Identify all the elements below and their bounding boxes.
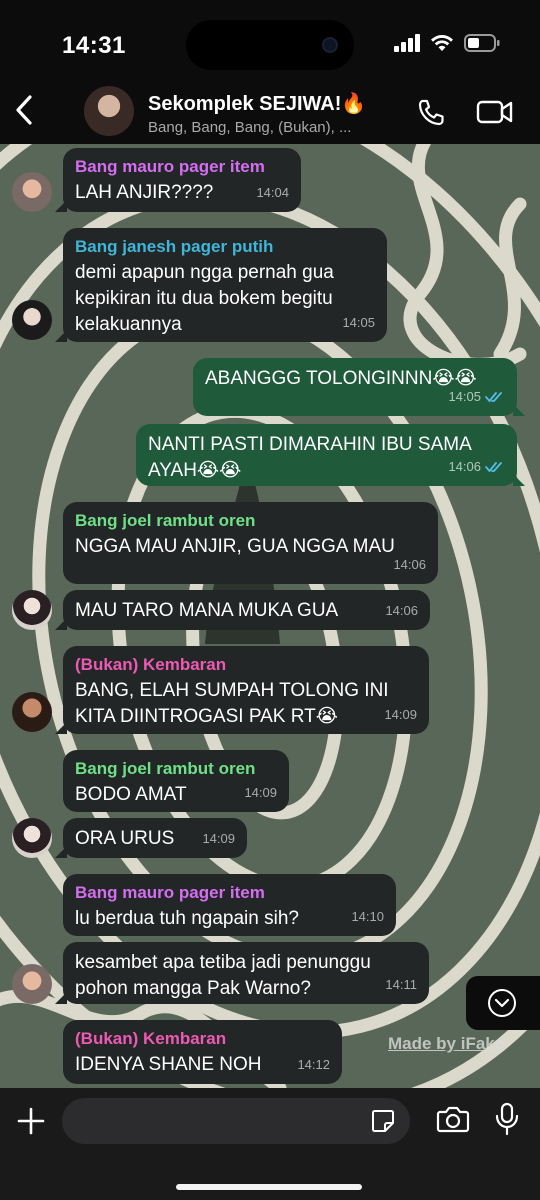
group-avatar[interactable]: [84, 86, 134, 136]
message-text: BANG, ELAH SUMPAH TOLONG INI KITA DIINTR…: [75, 680, 389, 727]
message-time: 14:11: [385, 977, 417, 992]
message-text: NGGA MAU ANJIR, GUA NGGA MAU: [75, 536, 395, 557]
message-bubble[interactable]: Bang mauro pager item lu berdua tuh ngap…: [63, 874, 396, 936]
message-bubble[interactable]: Bang joel rambut oren NGGA MAU ANJIR, GU…: [63, 502, 438, 584]
message-bubble[interactable]: (Bukan) Kembaran IDENYA SHANE NOH 14:12: [63, 1020, 342, 1084]
message-text: IDENYA SHANE NOH: [75, 1054, 262, 1075]
status-icons: [394, 34, 500, 52]
message-bubble[interactable]: MAU TARO MANA MUKA GUA 14:06: [55, 590, 430, 630]
message-time: 14:09: [244, 785, 277, 800]
message-bubble[interactable]: Bang mauro pager item LAH ANJIR???? 14:0…: [55, 148, 301, 212]
message-text: kesambet apa tetiba jadi penunggu pohon …: [75, 952, 371, 999]
camera-dot: [322, 37, 338, 53]
message-input[interactable]: [62, 1098, 410, 1144]
sender-name: Bang mauro pager item: [75, 157, 265, 176]
camera-icon[interactable]: [436, 1104, 470, 1134]
message-time: 14:05: [448, 389, 481, 404]
message-text: MAU TARO MANA MUKA GUA: [75, 600, 339, 621]
cellular-signal-icon: [394, 34, 420, 52]
dynamic-island: [186, 20, 354, 70]
message-time: 14:04: [256, 185, 289, 200]
message-time: 14:09: [384, 707, 417, 722]
chat-header: Sekomplek SEJIWA!🔥 Bang, Bang, Bang, (Bu…: [0, 74, 540, 144]
sender-name: Bang janesh pager putih: [75, 237, 274, 256]
sender-avatar[interactable]: [12, 300, 52, 340]
sender-name: Bang mauro pager item: [75, 883, 265, 902]
plus-icon[interactable]: [16, 1106, 46, 1136]
message-time: 14:05: [342, 315, 375, 330]
sender-avatar[interactable]: [12, 818, 52, 858]
message-bubble[interactable]: kesambet apa tetiba jadi penunggu pohon …: [55, 942, 429, 1004]
message-bubble[interactable]: (Bukan) Kembaran BANG, ELAH SUMPAH TOLON…: [55, 646, 429, 734]
microphone-icon[interactable]: [494, 1102, 520, 1136]
battery-icon: [464, 34, 500, 52]
message-bubble-outgoing[interactable]: NANTI PASTI DIMARAHIN IBU SAMA AYAH😭😭 14…: [136, 424, 525, 486]
sticker-icon[interactable]: [370, 1108, 396, 1134]
message-time: 14:10: [351, 909, 384, 924]
message-composer: [0, 1088, 540, 1200]
chat-title[interactable]: Sekomplek SEJIWA!🔥: [148, 91, 366, 116]
message-text: lu berdua tuh ngapain sih?: [75, 908, 299, 929]
message-text: demi apapun ngga pernah gua kepikiran it…: [75, 262, 334, 335]
chevron-down-circle-icon: [488, 989, 516, 1017]
message-time: 14:06: [385, 603, 418, 618]
scroll-to-bottom-button[interactable]: [466, 976, 540, 1030]
chat-participants[interactable]: Bang, Bang, Bang, (Bukan), ...: [148, 119, 351, 136]
sender-name: (Bukan) Kembaran: [75, 1029, 227, 1048]
message-time: 14:12: [297, 1057, 330, 1072]
read-receipt-icon: [485, 392, 502, 403]
back-chevron-icon[interactable]: [12, 94, 36, 126]
sender-name: Bang joel rambut oren: [75, 511, 256, 530]
sender-avatar[interactable]: [12, 590, 52, 630]
chat-area[interactable]: Bang mauro pager item LAH ANJIR???? 14:0…: [0, 144, 540, 1088]
status-time: 14:31: [62, 32, 126, 59]
message-bubble-outgoing[interactable]: ABANGGG TOLONGINNN😭😭 14:05: [193, 358, 525, 416]
sender-avatar[interactable]: [12, 964, 52, 1004]
home-indicator: [176, 1184, 362, 1190]
message-time: 14:06: [393, 557, 426, 572]
video-call-icon[interactable]: [476, 98, 514, 126]
message-bubble[interactable]: Bang joel rambut oren BODO AMAT 14:09: [63, 750, 289, 812]
message-time: 14:06: [448, 459, 481, 474]
wifi-icon: [431, 35, 453, 51]
voice-call-icon[interactable]: [416, 98, 446, 128]
read-receipt-icon: [485, 462, 502, 473]
sender-name: (Bukan) Kembaran: [75, 655, 227, 674]
sender-name: Bang joel rambut oren: [75, 759, 256, 778]
sender-avatar[interactable]: [12, 172, 52, 212]
message-time: 14:09: [202, 831, 235, 846]
message-bubble[interactable]: Bang janesh pager putih demi apapun ngga…: [55, 228, 387, 342]
watermark: Made by iFake: [388, 1034, 505, 1053]
sender-avatar[interactable]: [12, 692, 52, 732]
message-bubble[interactable]: ORA URUS 14:09: [55, 818, 247, 858]
